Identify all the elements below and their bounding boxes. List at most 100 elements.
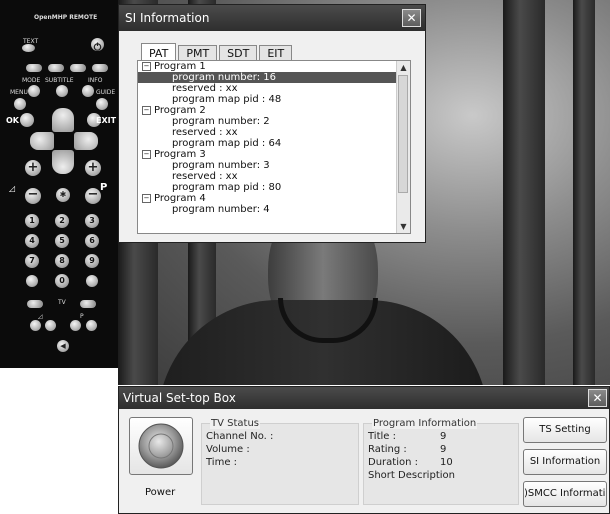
dsmcc-information-button[interactable]: )SMCC Information (523, 481, 607, 507)
nav-up-button[interactable] (52, 108, 74, 132)
tv-status-panel: TV Status Channel No. : Volume : Time : (201, 418, 359, 505)
si-information-button[interactable]: SI Information (523, 449, 607, 475)
extra-button-right[interactable] (86, 275, 98, 287)
time-label: Time : (206, 457, 238, 468)
color-button-1[interactable] (26, 64, 42, 72)
tree-node-program-2[interactable]: − Program 2 (138, 105, 410, 116)
number-button-0[interactable]: 0 (55, 274, 69, 288)
mode-label: MODE (22, 77, 41, 84)
color-button-3[interactable] (70, 64, 86, 72)
small-prog-up-button[interactable] (86, 320, 97, 331)
collapse-icon[interactable]: − (142, 62, 151, 71)
number-button-8[interactable]: 8 (55, 254, 69, 268)
tree-leaf[interactable]: program map pid : 80 (138, 182, 410, 193)
power-label: Power (145, 487, 176, 498)
power-knob-icon (138, 423, 184, 469)
menu-button[interactable] (14, 98, 26, 110)
tree-node-program-3[interactable]: − Program 3 (138, 149, 410, 160)
exit-label: EXIT (96, 116, 117, 125)
scroll-down-icon[interactable]: ▼ (397, 220, 410, 233)
volume-label: Volume : (206, 444, 250, 455)
scroll-up-icon[interactable]: ▲ (397, 61, 410, 74)
power-button[interactable] (91, 38, 104, 51)
short-description-label: Short Description (368, 470, 455, 481)
number-button-1[interactable]: 1 (25, 214, 39, 228)
nav-down-button[interactable] (52, 150, 74, 174)
speaker-button[interactable]: ◀ (57, 340, 69, 352)
small-prog-down-button[interactable] (70, 320, 81, 331)
tree-leaf[interactable]: program map pid : 48 (138, 94, 410, 105)
number-button-4[interactable]: 4 (25, 234, 39, 248)
tree-leaf[interactable]: program number: 3 (138, 160, 410, 171)
tree-leaf[interactable]: program number: 4 (138, 204, 410, 215)
color-button-2[interactable] (48, 64, 64, 72)
tree-leaf[interactable]: reserved : xx (138, 171, 410, 182)
si-title-bar: SI Information ✕ (119, 5, 425, 31)
nav-right-button[interactable] (74, 132, 98, 150)
number-button-9[interactable]: 9 (85, 254, 99, 268)
title-value: 9 (440, 431, 447, 442)
vstb-title-bar: Virtual Set-top Box ✕ (119, 387, 609, 409)
tree-leaf[interactable]: program map pid : 64 (138, 138, 410, 149)
number-button-3[interactable]: 3 (85, 214, 99, 228)
menu-label: MENU (10, 89, 28, 96)
tab-pat[interactable]: PAT (141, 43, 177, 61)
duration-value: 10 (440, 457, 453, 468)
p-small-label: P (80, 313, 84, 320)
tree-leaf[interactable]: reserved : xx (138, 83, 410, 94)
tv-label: TV (58, 299, 66, 306)
subtitle-label: SUBTITLE (45, 77, 74, 84)
number-button-7[interactable]: 7 (25, 254, 39, 268)
program-down-button[interactable]: − (85, 188, 101, 204)
power-button[interactable] (129, 417, 193, 475)
volume-down-button[interactable]: − (25, 188, 41, 204)
collapse-icon[interactable]: − (142, 194, 151, 203)
mode-button[interactable] (28, 85, 40, 97)
program-up-button[interactable]: + (85, 160, 101, 176)
tree-scrollbar[interactable]: ▲ ▼ (396, 61, 410, 233)
nav-left-button[interactable] (30, 132, 54, 150)
duration-label: Duration : (368, 457, 418, 468)
guide-label: GUIDE (96, 89, 116, 96)
color-button-4[interactable] (92, 64, 108, 72)
subtitle-button[interactable] (56, 85, 68, 97)
number-button-6[interactable]: 6 (85, 234, 99, 248)
tree-node-program-1[interactable]: − Program 1 (138, 61, 410, 72)
ok-label: OK (6, 116, 19, 125)
tree-leaf[interactable]: reserved : xx (138, 127, 410, 138)
channel-label: Channel No. : (206, 431, 274, 442)
tree-leaf[interactable]: program number: 2 (138, 116, 410, 127)
bottom-button-left[interactable] (27, 300, 43, 308)
tv-status-title: TV Status (210, 418, 260, 429)
mute-button[interactable]: ✱ (56, 188, 70, 202)
collapse-icon[interactable]: − (142, 106, 151, 115)
volume-icon: ◿ (9, 184, 16, 193)
tab-sdt[interactable]: SDT (219, 45, 258, 61)
speaker-icon: ◀ (60, 342, 66, 350)
extra-button-left[interactable] (26, 275, 38, 287)
collapse-icon[interactable]: − (142, 150, 151, 159)
tab-pmt[interactable]: PMT (178, 45, 218, 61)
tree-node-program-4[interactable]: − Program 4 (138, 193, 410, 204)
volume-small-icon: ◿ (38, 313, 43, 320)
number-button-2[interactable]: 2 (55, 214, 69, 228)
p-label: P (100, 182, 108, 193)
ok-button[interactable] (20, 113, 34, 127)
ts-setting-button[interactable]: TS Setting (523, 417, 607, 443)
small-vol-down-button[interactable] (30, 320, 41, 331)
number-button-5[interactable]: 5 (55, 234, 69, 248)
bottom-button-right[interactable] (80, 300, 96, 308)
info-button[interactable] (82, 85, 94, 97)
text-button[interactable] (22, 44, 35, 52)
si-tree-view[interactable]: − Program 1 program number: 16 reserved :… (137, 60, 411, 234)
scroll-thumb[interactable] (398, 75, 408, 193)
volume-up-button[interactable]: + (25, 160, 41, 176)
vstb-close-button[interactable]: ✕ (588, 389, 607, 407)
tree-leaf[interactable]: program number: 16 (138, 72, 410, 83)
tab-eit[interactable]: EIT (259, 45, 293, 61)
remote-control: OpenMHP REMOTE TEXT MODE SUBTITLE INFO M… (0, 0, 118, 368)
small-vol-up-button[interactable] (45, 320, 56, 331)
si-information-window: SI Information ✕ PAT PMT SDT EIT − Progra… (118, 4, 426, 243)
si-close-button[interactable]: ✕ (402, 9, 421, 27)
guide-button[interactable] (96, 98, 108, 110)
